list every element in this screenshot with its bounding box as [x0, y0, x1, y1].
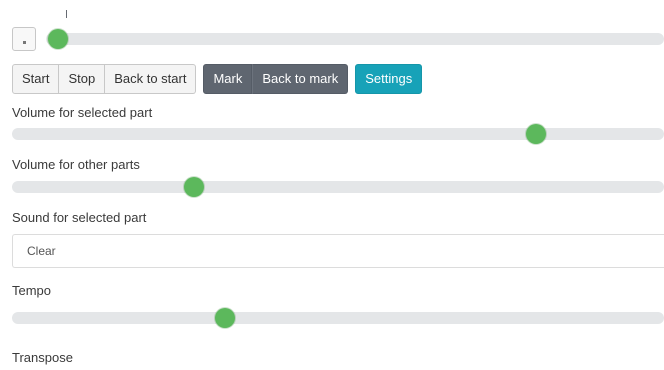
tempo-slider-thumb[interactable] — [214, 308, 235, 328]
volume-other-slider[interactable] — [12, 177, 664, 197]
mark-button[interactable]: Mark — [203, 64, 253, 94]
mark-button-group: Mark Back to mark — [203, 64, 349, 94]
volume-other-slider-thumb[interactable] — [183, 177, 204, 197]
volume-selected-label: Volume for selected part — [12, 105, 153, 120]
settings-button[interactable]: Settings — [355, 64, 423, 94]
sound-selected-label: Sound for selected part — [12, 210, 147, 225]
start-button[interactable]: Start — [12, 64, 60, 94]
volume-selected-slider[interactable] — [12, 124, 664, 144]
timeline-slider[interactable] — [46, 29, 664, 49]
playhead-tick — [66, 10, 67, 18]
tempo-slider[interactable] — [12, 308, 664, 328]
volume-selected-slider-thumb[interactable] — [526, 124, 547, 144]
back-to-mark-button[interactable]: Back to mark — [252, 64, 349, 94]
tempo-label: Tempo — [12, 283, 52, 298]
volume-other-label: Volume for other parts — [12, 157, 140, 172]
transpose-label: Transpose — [12, 350, 73, 365]
toolbar: Start Stop Back to start Mark Back to ma… — [12, 64, 423, 94]
sound-select[interactable]: Clear — [12, 234, 664, 268]
transport-button-group: Start Stop Back to start — [12, 64, 197, 94]
dot-icon — [23, 41, 26, 44]
timeline-slider-thumb[interactable] — [48, 29, 69, 49]
stop-button[interactable]: Stop — [59, 64, 106, 94]
back-to-start-button[interactable]: Back to start — [105, 64, 197, 94]
expand-button[interactable] — [12, 27, 36, 51]
